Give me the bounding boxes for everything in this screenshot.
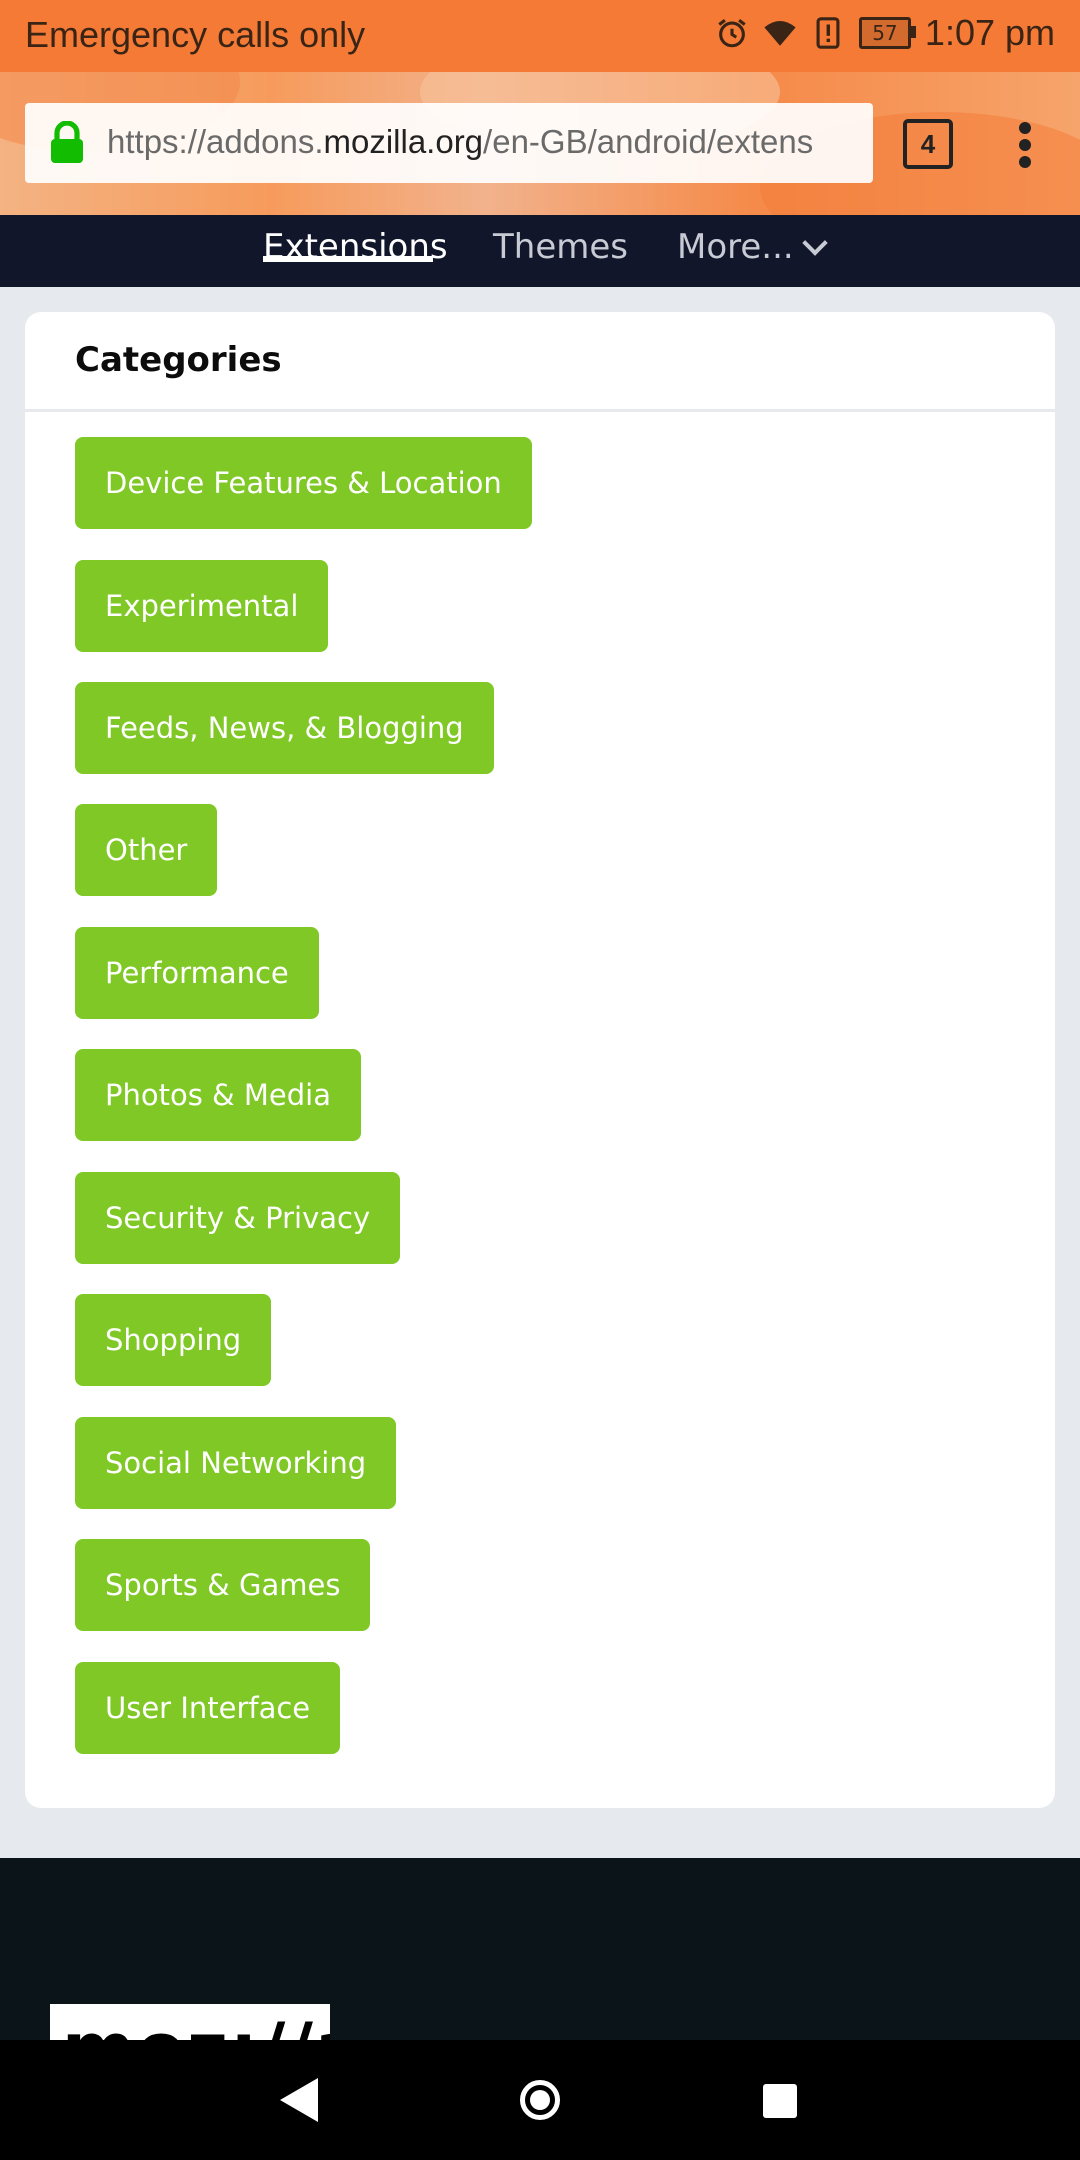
status-icons: 57 1:07 pm <box>715 12 1055 54</box>
url-host: mozilla.org <box>323 123 484 160</box>
url-prefix: https://addons. <box>107 123 324 160</box>
mozilla-logo[interactable]: moz://a <box>50 2004 330 2040</box>
divider <box>25 409 1055 412</box>
tab-themes[interactable]: Themes <box>493 227 628 267</box>
url-bar[interactable]: https://addons.mozilla.org/en-GB/android… <box>25 103 873 183</box>
category-security-privacy[interactable]: Security & Privacy <box>75 1172 401 1264</box>
alarm-icon <box>718 19 746 48</box>
home-icon[interactable] <box>520 2080 560 2120</box>
overflow-menu-icon[interactable] <box>1015 120 1035 170</box>
system-navigation-bar <box>0 2040 1080 2160</box>
category-other[interactable]: Other <box>75 804 218 896</box>
browser-toolbar: https://addons.mozilla.org/en-GB/android… <box>0 72 1080 215</box>
url-text[interactable]: https://addons.mozilla.org/en-GB/android… <box>107 123 867 161</box>
category-photos-media[interactable]: Photos & Media <box>75 1049 361 1141</box>
category-experimental[interactable]: Experimental <box>75 560 329 652</box>
tab-more[interactable]: More... <box>677 227 828 267</box>
clock: 1:07 pm <box>924 12 1055 53</box>
tab-count: 4 <box>920 128 936 159</box>
category-social-networking[interactable]: Social Networking <box>75 1417 397 1509</box>
lock-icon <box>51 121 83 163</box>
back-icon[interactable] <box>280 2078 318 2122</box>
chevron-down-icon <box>801 230 828 256</box>
status-bar: Emergency calls only 57 1:07 pm <box>0 0 1080 72</box>
wifi-icon <box>764 20 796 46</box>
category-shopping[interactable]: Shopping <box>75 1294 272 1386</box>
battery-icon: 57 <box>858 17 916 49</box>
card-title: Categories <box>75 340 282 380</box>
battery-level: 57 <box>872 21 898 45</box>
signal-alert-icon <box>816 17 840 49</box>
site-nav: Extensions Themes More... <box>0 215 1080 287</box>
carrier-status-text: Emergency calls only <box>25 14 366 55</box>
tab-more-label: More... <box>677 227 794 267</box>
recents-icon[interactable] <box>763 2084 797 2118</box>
page-footer: moz://a <box>0 1858 1080 2040</box>
category-user-interface[interactable]: User Interface <box>75 1662 341 1754</box>
category-performance[interactable]: Performance <box>75 927 319 1019</box>
url-path: /en-GB/android/extens <box>483 123 814 160</box>
categories-card: Categories Device Features & Location Ex… <box>25 312 1055 1808</box>
active-tab-underline <box>263 256 433 262</box>
category-sports-games[interactable]: Sports & Games <box>75 1539 371 1631</box>
logo-text: moz://a <box>62 2014 330 2040</box>
category-feeds-news-blogging[interactable]: Feeds, News, & Blogging <box>75 682 494 774</box>
category-device-features-location[interactable]: Device Features & Location <box>75 437 532 529</box>
tabs-counter-button[interactable]: 4 <box>903 119 953 169</box>
